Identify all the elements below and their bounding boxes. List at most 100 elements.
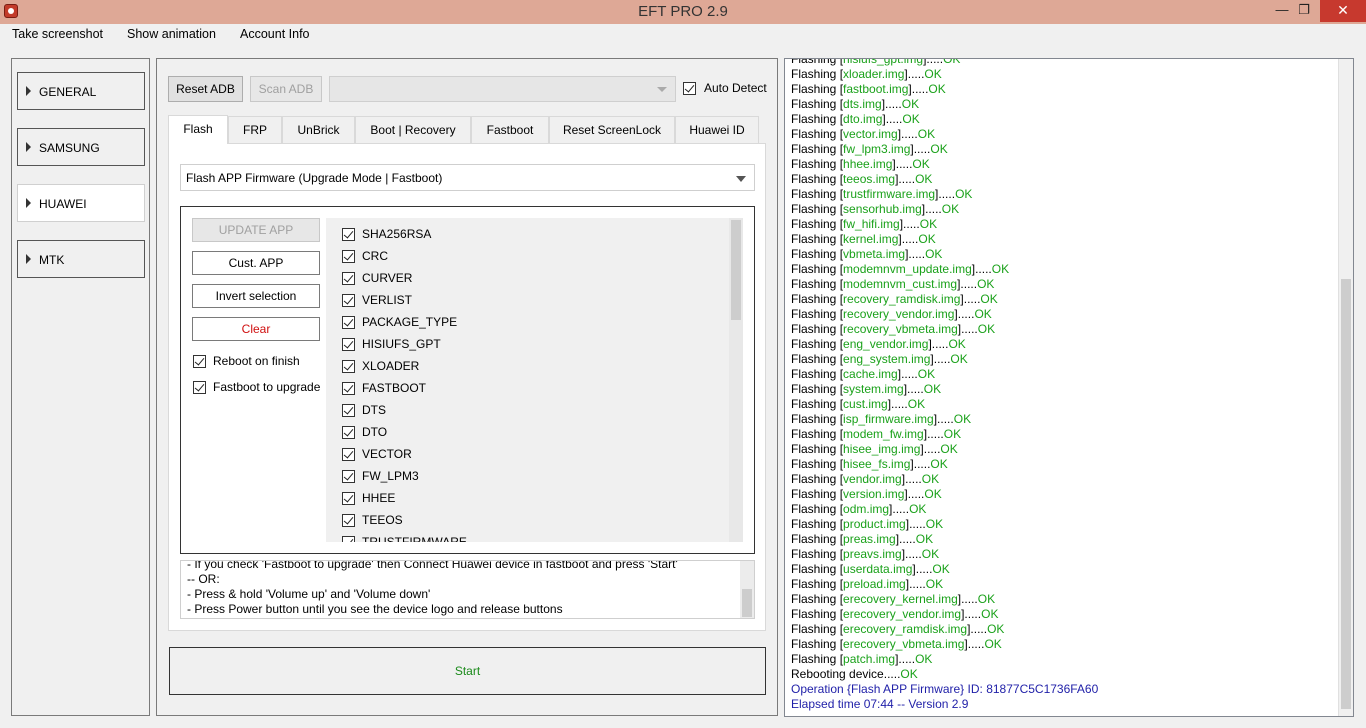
clear-button[interactable]: Clear (192, 317, 320, 341)
nav-huawei[interactable]: HUAWEI (17, 184, 145, 222)
partition-item[interactable]: VECTOR (326, 444, 726, 466)
tab-unbrick[interactable]: UnBrick (282, 116, 355, 143)
partition-checkbox[interactable] (342, 426, 355, 439)
log-suffix: ]..... (895, 172, 916, 186)
log-suffix: ]..... (921, 202, 942, 216)
menu-take-screenshot[interactable]: Take screenshot (12, 27, 103, 41)
menu-show-animation[interactable]: Show animation (127, 27, 216, 41)
log-scrollbar[interactable] (1338, 59, 1353, 716)
log-suffix: ]..... (957, 322, 978, 336)
partition-checkbox[interactable] (342, 272, 355, 285)
log-ok: OK (930, 457, 948, 471)
log-file: cache.img (843, 367, 898, 381)
close-icon[interactable]: ✕ (1320, 0, 1366, 22)
nav-mtk[interactable]: MTK (17, 240, 145, 278)
partition-item[interactable]: XLOADER (326, 356, 726, 378)
expand-arrow-icon (26, 198, 31, 208)
log-line: Flashing [version.img].....OK (791, 487, 942, 502)
partition-item[interactable]: DTO (326, 422, 726, 444)
partition-checkbox[interactable] (342, 338, 355, 351)
info-text-area[interactable]: - If you check 'Fastboot to upgrade' the… (180, 560, 755, 619)
partition-item[interactable]: PACKAGE_TYPE (326, 312, 726, 334)
cust-app-button[interactable]: Cust. APP (192, 251, 320, 275)
update-app-button[interactable]: UPDATE APP (192, 218, 320, 242)
nav-label: SAMSUNG (39, 141, 100, 155)
log-line: Flashing [hhee.img].....OK (791, 157, 930, 172)
invert-selection-button[interactable]: Invert selection (192, 284, 320, 308)
log-ok: OK (924, 487, 942, 501)
partition-item[interactable]: DTS (326, 400, 726, 422)
partition-checkbox[interactable] (342, 404, 355, 417)
partition-item[interactable]: HISIUFS_GPT (326, 334, 726, 356)
log-panel: Flashing [hisiufs_gpt.img].....OK Flashin… (784, 58, 1354, 717)
log-ok: OK (943, 59, 961, 66)
log-prefix: Flashing [ (791, 472, 844, 486)
partition-checkbox[interactable] (342, 360, 355, 373)
partition-checkbox[interactable] (342, 492, 355, 505)
nav-general[interactable]: GENERAL (17, 72, 145, 110)
partition-item[interactable]: VERLIST (326, 290, 726, 312)
log-suffix: ]..... (928, 337, 949, 351)
scan-adb-button[interactable]: Scan ADB (250, 76, 322, 102)
log-suffix: ]..... (895, 532, 916, 546)
log-line: Flashing [patch.img].....OK (791, 652, 932, 667)
scrollbar-thumb[interactable] (731, 220, 741, 320)
info-line: - Press & hold 'Volume up' and 'Volume d… (187, 587, 431, 601)
partition-scrollbar[interactable] (729, 218, 743, 542)
partition-item[interactable]: FW_LPM3 (326, 466, 726, 488)
partition-item[interactable]: CURVER (326, 268, 726, 290)
log-prefix: Flashing [ (791, 292, 844, 306)
partition-checkbox[interactable] (342, 228, 355, 241)
partition-checkbox[interactable] (342, 536, 355, 542)
log-line: Flashing [fastboot.img].....OK (791, 82, 946, 97)
partition-item[interactable]: FASTBOOT (326, 378, 726, 400)
tab-huawei-id[interactable]: Huawei ID (675, 116, 759, 143)
maximize-icon[interactable]: ❐ (1290, 0, 1318, 22)
fastboot-to-upgrade-checkbox[interactable] (193, 381, 206, 394)
log-suffix: ]..... (892, 157, 913, 171)
log-file: hisiufs_gpt.img (843, 59, 924, 66)
log-suffix: ]..... (882, 112, 903, 126)
log-file: vbmeta.img (843, 247, 906, 261)
scrollbar-thumb[interactable] (742, 589, 752, 617)
partition-checkbox[interactable] (342, 250, 355, 263)
log-file: modemnvm_update.img (843, 262, 972, 276)
log-line: Flashing [odm.img].....OK (791, 502, 926, 517)
log-suffix: ]..... (957, 592, 978, 606)
flash-mode-select[interactable]: Flash APP Firmware (Upgrade Mode | Fastb… (180, 164, 755, 191)
partition-label: DTS (362, 403, 386, 417)
menu-account-info[interactable]: Account Info (240, 27, 310, 41)
scrollbar-thumb[interactable] (1341, 279, 1351, 709)
partition-checkbox[interactable] (342, 448, 355, 461)
auto-detect-checkbox[interactable] (683, 82, 696, 95)
tab-reset-screenlock[interactable]: Reset ScreenLock (549, 116, 675, 143)
partition-item[interactable]: TRUSTFIRMWARE (326, 532, 726, 542)
tab-frp[interactable]: FRP (228, 116, 282, 143)
log-line: Flashing [cache.img].....OK (791, 367, 935, 382)
partition-item[interactable]: CRC (326, 246, 726, 268)
tab-boot-recovery[interactable]: Boot | Recovery (355, 116, 471, 143)
partition-label: PACKAGE_TYPE (362, 315, 458, 329)
port-select[interactable] (329, 76, 676, 102)
tab-fastboot[interactable]: Fastboot (471, 116, 549, 143)
partition-checkbox[interactable] (342, 382, 355, 395)
partition-item[interactable]: HHEE (326, 488, 726, 510)
start-button[interactable]: Start (169, 647, 766, 695)
partition-item[interactable]: TEEOS (326, 510, 726, 532)
partition-item[interactable]: SHA256RSA (326, 224, 726, 246)
info-scrollbar[interactable] (740, 561, 754, 618)
partition-checkbox[interactable] (342, 316, 355, 329)
partition-checkbox[interactable] (342, 514, 355, 527)
tab-flash[interactable]: Flash (168, 115, 228, 144)
partition-checkbox[interactable] (342, 294, 355, 307)
nav-samsung[interactable]: SAMSUNG (17, 128, 145, 166)
log-ok: OK (915, 532, 934, 546)
log-prefix: Flashing [ (791, 337, 844, 351)
log-line: Flashing [dto.img].....OK (791, 112, 920, 127)
partition-checkbox[interactable] (342, 470, 355, 483)
reset-adb-button[interactable]: Reset ADB (168, 76, 243, 102)
log-prefix: Flashing [ (791, 592, 844, 606)
reboot-on-finish-checkbox[interactable] (193, 355, 206, 368)
log-file: vendor.img (843, 472, 902, 486)
log-file: kernel.img (843, 232, 899, 246)
